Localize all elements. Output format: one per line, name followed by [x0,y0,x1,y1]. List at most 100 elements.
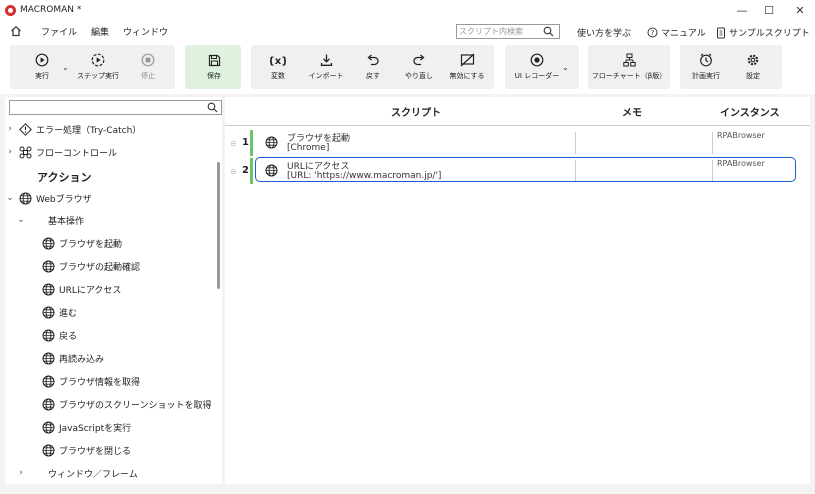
step-param: [Chrome] [287,143,330,153]
tree-action-label: ブラウザの起動確認 [59,262,141,273]
menu-file[interactable]: ファイル [41,25,77,38]
tree-action-item[interactable]: ブラウザの起動確認 [42,256,140,276]
import-button[interactable]: インポート [305,45,347,89]
menu-window[interactable]: ウィンドウ [123,25,168,38]
run-button[interactable]: 実行 [27,45,57,89]
globe-icon [42,421,55,434]
globe-icon [42,306,55,319]
tree-action-item[interactable]: JavaScriptを実行 [42,417,131,437]
tree-web-browser[interactable]: ⌄ Webブラウザ [5,188,92,208]
tree-action-item[interactable]: URLにアクセス [42,279,121,299]
tree-action-item[interactable]: ブラウザ情報を取得 [42,371,140,391]
ui-recorder-label: UI レコーダー [514,72,560,80]
svg-text:?: ? [651,29,655,37]
column-script[interactable]: スクリプト [391,104,441,119]
tree-action-label: ブラウザを起動 [59,239,123,250]
undo-button[interactable]: 戻す [358,45,388,89]
tree-action-label: JavaScriptを実行 [59,423,132,434]
row-collapse-icon[interactable]: ⊖ [230,139,237,148]
flow-control-icon [19,146,32,159]
tree-action-item[interactable]: 再読み込み [42,348,104,368]
manual-link[interactable]: ? マニュアル [647,26,706,39]
minimize-button[interactable]: — [727,0,757,20]
maximize-button[interactable]: ☐ [754,0,784,20]
tree-basic-ops[interactable]: ⌄ 基本操作 [16,210,84,230]
app-logo-icon [5,4,16,16]
home-icon[interactable] [5,25,27,37]
action-search-input[interactable] [9,100,222,115]
globe-icon [42,375,55,388]
run-dropdown-icon[interactable]: ⌄ [62,63,69,72]
manual-label: マニュアル [661,29,706,39]
play-icon [35,53,49,67]
step-number: 2 [242,165,249,176]
step-number: 1 [242,137,249,148]
ui-recorder-button[interactable]: UI レコーダー [512,45,562,89]
tree-action-label: ブラウザを閉じる [59,446,132,457]
stop-button[interactable]: 停止 [133,45,163,89]
tree-action-label: 戻る [59,331,78,342]
header-divider [225,125,810,126]
tree-error-handling[interactable]: › エラー処理（Try-Catch） [5,119,141,139]
search-icon[interactable] [543,26,554,41]
script-panel: スクリプト メモ インスタンス ⊖ 1 ブラウザを起動 [Chrome] RPA… [225,97,810,484]
tree-action-item[interactable]: 進む [42,302,77,322]
globe-icon [265,136,278,152]
script-step-row[interactable]: ブラウザを起動 [Chrome] RPABrowser [250,130,798,156]
schedule-button[interactable]: 計画実行 [689,45,723,89]
tree-action-item[interactable]: 戻る [42,325,77,345]
tree-action-item[interactable]: ブラウザを起動 [42,233,122,253]
variable-icon: {x} [270,56,286,67]
gear-icon [747,54,759,66]
flowchart-label: フローチャート（β版） [591,72,667,80]
settings-label: 設定 [746,72,760,80]
step-run-icon [91,53,105,67]
settings-button[interactable]: 設定 [738,45,768,89]
globe-icon [42,444,55,457]
flowchart-button[interactable]: フローチャート（β版） [590,45,668,89]
variables-button[interactable]: {x} 変数 [263,45,293,89]
toolbar: 実行 ⌄ ステップ実行 停止 保存 {x} 変数 インポート 戻す やり直し 無… [0,42,815,94]
undo-icon [367,54,379,65]
redo-button[interactable]: やり直し [401,45,437,89]
chevron-right-icon[interactable]: › [5,124,15,134]
scrollbar-thumb[interactable] [217,162,220,289]
column-instance[interactable]: インスタンス [720,104,780,119]
import-icon [320,54,332,66]
column-memo[interactable]: メモ [622,104,642,119]
script-search-input[interactable]: スクリプト内検索 [456,24,560,39]
sample-script-icon [717,27,725,38]
samples-link[interactable]: サンプルスクリプト [716,26,810,39]
undo-label: 戻す [366,71,380,80]
chevron-right-icon[interactable]: › [16,468,26,478]
tree-action-item[interactable]: ブラウザのスクリーンショットを取得 [42,394,212,414]
search-icon[interactable] [207,102,218,116]
tree-web-browser-label: Webブラウザ [36,194,92,205]
disable-button[interactable]: 無効にする [446,45,488,89]
tree-error-handling-label: エラー処理（Try-Catch） [36,125,142,136]
learn-link[interactable]: 使い方を学ぶ [577,26,631,39]
instance-divider [712,132,713,154]
chevron-down-icon[interactable]: ⌄ [5,193,15,203]
step-status-bar [250,130,253,156]
redo-label: やり直し [405,71,433,80]
step-run-label: ステップ実行 [77,72,119,80]
actions-heading: アクション [37,171,92,184]
globe-icon [19,192,32,205]
save-button[interactable]: 保存 [199,45,229,89]
globe-icon [42,237,55,250]
menu-edit[interactable]: 編集 [91,25,109,38]
row-collapse-icon[interactable]: ⊖ [230,167,237,176]
close-button[interactable]: ✕ [785,0,815,20]
chevron-right-icon[interactable]: › [5,147,15,157]
stop-label: 停止 [141,72,155,80]
tree-flow-control[interactable]: › フローコントロール [5,142,117,162]
title-bar: MACROMAN * — ☐ ✕ [0,0,815,20]
chevron-down-icon[interactable]: ⌄ [16,215,26,225]
recorder-dropdown-icon[interactable]: ⌄ [562,63,569,72]
step-run-button[interactable]: ステップ実行 [73,45,123,89]
tree-action-item[interactable]: ブラウザを閉じる [42,440,131,460]
tree-action-label: URLにアクセス [59,285,122,296]
tree-window-frame[interactable]: › ウィンドウ／フレーム [16,463,138,483]
tree-action-label: ブラウザのスクリーンショットを取得 [59,400,212,411]
